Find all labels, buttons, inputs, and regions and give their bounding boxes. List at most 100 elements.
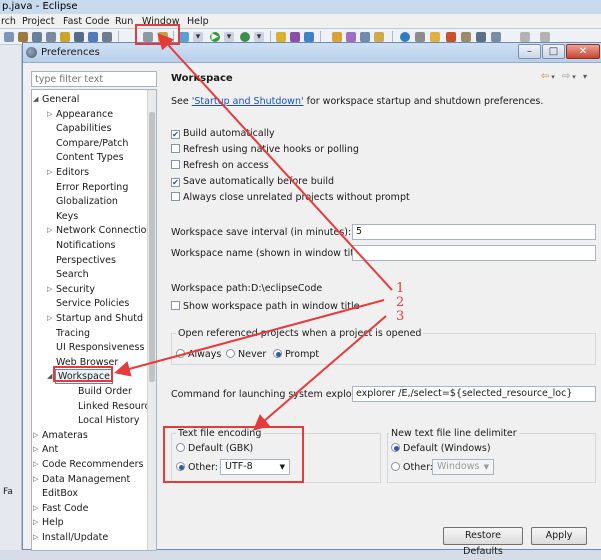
new-icon[interactable] [4,32,14,42]
save-before-build-checkbox[interactable]: ✔ Save automatically before build [171,176,334,188]
open-task-icon[interactable] [346,32,356,42]
tree-collapsed-icon[interactable]: ▷ [33,429,38,442]
forward-icon[interactable] [540,32,550,42]
delimiter-other-radio[interactable]: Other: [391,462,433,474]
menu-item-help[interactable]: Help [187,14,209,29]
open-icon[interactable] [18,32,28,42]
tree-item[interactable]: ▷ Code Recommenders [32,458,148,471]
tree-collapsed-icon[interactable]: ▷ [47,283,52,296]
show-workspace-path-checkbox[interactable]: Show workspace path in window title [171,301,359,313]
tree-item[interactable]: Build Order [32,385,148,398]
tree-item[interactable]: Error Reporting [32,181,148,194]
pin-icon[interactable] [430,32,440,42]
tree-item[interactable]: EditBox [32,487,148,500]
minimize-button[interactable]: – [518,44,541,59]
new-java-project-icon[interactable] [276,32,286,42]
radio-button[interactable] [391,462,400,471]
tree-collapsed-icon[interactable]: ▷ [47,108,52,121]
tree-item[interactable]: ▷ Data Management [32,473,148,486]
tools-icon[interactable] [374,32,384,42]
apply-button[interactable]: Apply [531,527,587,545]
tree-expanded-icon[interactable]: ◢ [47,370,52,383]
view-menu-icon[interactable]: ▾ [583,72,589,81]
checkbox-box[interactable] [171,301,180,310]
tree-item[interactable]: Capabilities [32,122,148,135]
tree-collapsed-icon[interactable]: ▷ [47,166,52,179]
radio-button[interactable] [226,349,235,358]
tree-collapsed-icon[interactable]: ▷ [33,531,38,544]
menu-item-fast-code[interactable]: Fast Code [63,14,109,29]
back-icon[interactable] [520,32,530,42]
tree-item[interactable]: ▷ Ant [32,443,148,456]
checkbox-box[interactable]: ✔ [171,130,180,139]
refresh-on-access-checkbox[interactable]: Refresh on access [171,160,269,172]
save-interval-input[interactable]: 5 [352,224,596,240]
tree-item[interactable]: Perspectives [32,254,148,267]
back-menu-icon[interactable]: ▾ [551,73,557,81]
run-dropdown-icon[interactable]: ▾ [224,32,234,42]
search-icon[interactable] [360,32,370,42]
new-class-icon[interactable] [304,32,314,42]
tree-item[interactable]: ▷ Install/Update [32,531,148,544]
tree-item[interactable]: Linked Resourc [32,400,150,413]
tree-item[interactable]: Tracing [32,327,148,340]
tree-item[interactable]: ▷ Appearance [32,108,148,121]
forward-arrow-icon[interactable]: ⇨ [562,71,572,82]
tree-item[interactable]: ▷ Amateras [32,429,148,442]
tree-item[interactable]: ▷ Editors [32,166,148,179]
tree-item[interactable]: Notifications [32,239,148,252]
tree-item[interactable]: Search [32,268,148,281]
build-automatically-checkbox[interactable]: ✔ Build automatically [171,128,275,140]
close-button[interactable]: ✕ [566,44,600,59]
debug-icon[interactable] [179,32,189,42]
print-icon[interactable] [46,32,56,42]
open-prompt-radio[interactable]: Prompt [273,349,319,361]
tree-expanded-icon[interactable]: ◢ [33,93,38,106]
menu-item-run[interactable]: Run [115,14,133,29]
explorer-command-input[interactable]: explorer /E,/select=${selected_resource_… [352,386,596,402]
annotation-icon[interactable] [415,32,425,42]
tree-item[interactable]: Content Types [32,151,148,164]
new-package-icon[interactable] [290,32,300,42]
save-icon[interactable] [32,32,42,42]
run-icon[interactable]: ▶ [210,32,220,42]
radio-button[interactable] [391,443,400,452]
tools-dropdown-icon[interactable]: ▾ [254,32,264,42]
tree-item[interactable]: Local History [32,414,148,427]
forward-menu-icon[interactable]: ▾ [572,73,578,81]
tree-item[interactable]: ▷ Startup and Shutd [32,312,148,325]
tree-item[interactable]: Service Policies [32,297,148,310]
tree-scroll-thumb[interactable] [149,112,155,382]
open-type-icon[interactable] [332,32,342,42]
dropdown-arrow-icon[interactable]: ▾ [193,32,203,42]
radio-button[interactable] [273,349,282,358]
tree-item[interactable]: ▷ Fast Code [32,502,148,515]
back-arrow-icon[interactable]: ⇦ [541,71,551,82]
tree-collapsed-icon[interactable]: ▷ [33,458,38,471]
delimiter-default-radio[interactable]: Default (Windows) [391,443,491,455]
filter-input[interactable] [31,71,157,87]
tree-collapsed-icon[interactable]: ▷ [33,473,38,486]
checkbox-box[interactable] [171,160,180,169]
tree-item[interactable]: ▷ Security [32,283,148,296]
terminal-icon[interactable] [74,32,84,42]
console-icon[interactable] [102,32,112,42]
radio-button[interactable] [176,349,185,358]
next-annotation-icon[interactable] [476,32,486,42]
tree-scrollbar[interactable] [147,90,156,550]
open-never-radio[interactable]: Never [226,349,266,361]
globe-icon[interactable] [400,32,410,42]
close-unrelated-projects-checkbox[interactable]: Always close unrelated projects without … [171,192,410,204]
tree-collapsed-icon[interactable]: ▷ [33,443,38,456]
tree-collapsed-icon[interactable]: ▷ [33,502,38,515]
tree-item[interactable]: Keys [32,210,148,223]
tree-collapsed-icon[interactable]: ▷ [47,312,52,325]
stop-icon[interactable] [446,32,456,42]
tree-item[interactable]: ▷ Help [32,516,148,529]
tree-collapsed-icon[interactable]: ▷ [47,224,52,237]
menu-item-search[interactable]: rch [1,14,16,29]
delimiter-select[interactable]: Windows ▼ [432,459,494,475]
prev-annotation-icon[interactable] [491,32,501,42]
server-icon[interactable] [88,32,98,42]
menu-item-project[interactable]: Project [22,14,55,29]
